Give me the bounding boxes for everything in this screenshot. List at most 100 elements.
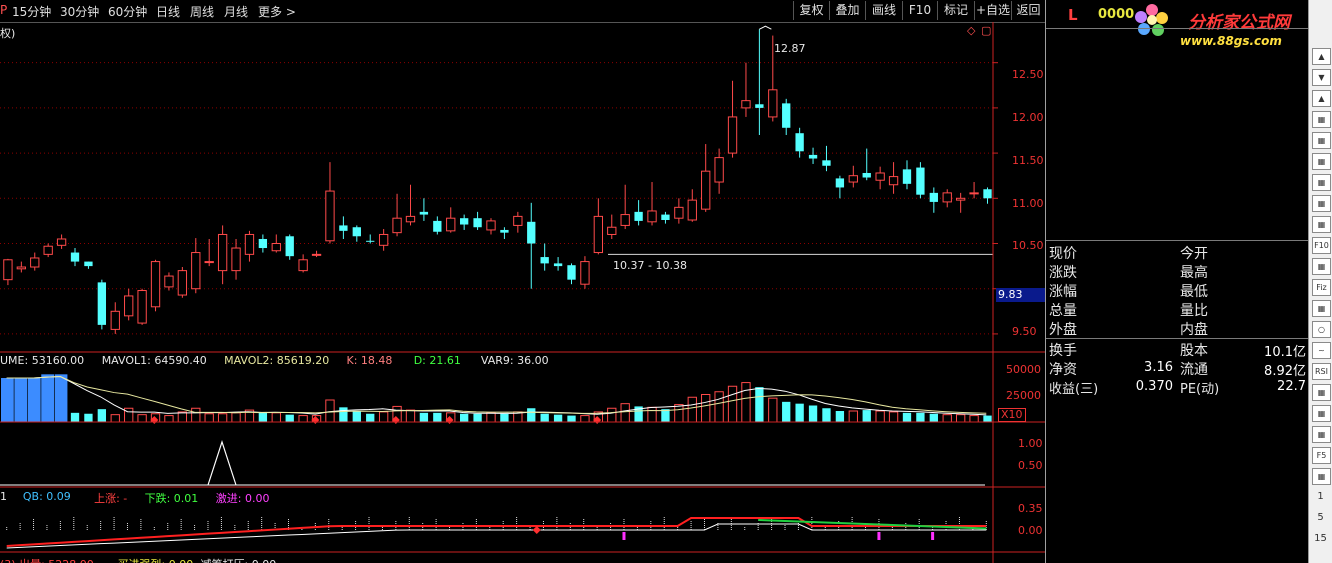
volume-bar [486, 412, 496, 423]
candle-body [553, 263, 563, 267]
divider [1046, 338, 1309, 339]
back-button[interactable]: 返回 [1011, 1, 1045, 20]
candle-body [727, 116, 738, 154]
mark-button[interactable]: 标记 [937, 1, 974, 20]
side-tool-icon[interactable]: ▦ [1312, 216, 1331, 233]
site-logo-icon [1134, 2, 1170, 38]
label-net-assets: 净资 [1049, 362, 1077, 378]
side-tool-icon[interactable]: ▦ [1312, 300, 1331, 317]
high-marker [759, 25, 772, 30]
legend-entry: 下跌: 0.01 [144, 492, 199, 505]
label-change: 涨跌 [1049, 265, 1077, 281]
label-outer: 外盘 [1049, 322, 1077, 338]
candle-body [580, 261, 590, 285]
code-letter: L [1068, 6, 1078, 24]
side-tool-icon[interactable]: RSI [1312, 363, 1331, 380]
volume-ma2-line [6, 376, 987, 414]
add-watchlist-button[interactable]: +自选 [974, 1, 1011, 20]
legend-entry: 上涨: - [94, 492, 128, 505]
fuquan-button[interactable]: 复权 [793, 1, 829, 20]
side-tool-icon[interactable]: ▦ [1312, 132, 1331, 149]
price-tick: 10.50 [1012, 239, 1044, 252]
volume-bar [97, 409, 107, 422]
candle-body [150, 261, 161, 308]
volume-bar [714, 391, 724, 423]
candle-body [298, 259, 308, 272]
candle-body [110, 310, 120, 330]
side-tool-icon[interactable]: ▲ [1312, 48, 1331, 65]
label-open: 今开 [1180, 246, 1208, 262]
side-tool-icon[interactable]: ▦ [1312, 195, 1331, 212]
candle-body [714, 157, 724, 183]
candle-body [3, 259, 13, 281]
volume-bar [553, 414, 563, 422]
side-tool-icon[interactable]: ▦ [1312, 468, 1331, 485]
legend-entry: 1 [0, 490, 7, 503]
tab-more[interactable]: 更多 > [258, 3, 296, 20]
volume-bar [70, 412, 80, 422]
side-tool-icon[interactable]: ▲ [1312, 90, 1331, 107]
side-tool-icon[interactable]: 5 [1312, 510, 1329, 525]
side-tool-icon[interactable]: ▦ [1312, 405, 1331, 422]
window-icon[interactable]: ▢ [981, 24, 991, 37]
tab-daily[interactable]: 日线 [156, 3, 180, 20]
label-volume-ratio: 量比 [1180, 303, 1208, 319]
side-tool-icon[interactable]: Fiz [1312, 279, 1331, 296]
candle-body [567, 265, 576, 280]
tab-15min[interactable]: 15分钟 [12, 3, 51, 20]
chart-canvas[interactable] [0, 22, 1045, 563]
candle-body [419, 211, 429, 215]
side-tool-icon[interactable]: ▦ [1312, 111, 1331, 128]
draw-line-button[interactable]: 画线 [865, 1, 902, 20]
side-tool-icon[interactable]: 15 [1312, 531, 1329, 546]
candle-body [217, 233, 228, 272]
candle-body [755, 104, 764, 108]
label-low: 最低 [1180, 284, 1208, 300]
candle-body [164, 275, 174, 288]
volume-bar [231, 412, 241, 423]
candle-body [405, 215, 416, 223]
volume-bar [620, 403, 630, 423]
f10-button[interactable]: F10 [902, 1, 937, 20]
side-tool-icon[interactable]: ▦ [1312, 174, 1331, 191]
label-pe: PE(动) [1180, 382, 1220, 397]
side-tool-icon[interactable]: ○ [1312, 321, 1331, 338]
candle-body [311, 253, 322, 256]
candle-body [473, 218, 482, 228]
volume-bar [875, 410, 885, 423]
tab-60min[interactable]: 60分钟 [108, 3, 147, 20]
candle-body [916, 167, 925, 195]
candle-body [500, 229, 509, 233]
diamond-icon[interactable]: ◇ [967, 24, 975, 37]
tab-30min[interactable]: 30分钟 [60, 3, 99, 20]
volume-bar [795, 403, 804, 422]
side-toolbar: ▲ ▼ ▲ ▦ ▦ ▦ ▦ ▦ ▦ F10 ▦ Fiz ▦ ○ ~ RSI ▦ ▦ ▦ F5 ▦ 1 5 15 [1308, 0, 1332, 563]
side-tool-icon[interactable]: F10 [1312, 237, 1331, 254]
indicator-legend: 1 QB: 0.09 上涨: - 下跌: 0.01 激进: 0.00 [0, 490, 990, 505]
ind2-tick: 0.35 [1018, 502, 1043, 515]
tab-monthly[interactable]: 月线 [224, 3, 248, 20]
side-tool-icon[interactable]: ▦ [1312, 384, 1331, 401]
overlay-button[interactable]: 叠加 [829, 1, 865, 20]
legend-entry: (3) 出量: 5228.00 [0, 556, 94, 563]
side-tool-icon[interactable]: ~ [1312, 342, 1331, 359]
candle-body [366, 240, 375, 242]
volume-bar [54, 374, 68, 422]
candle-body [325, 190, 335, 242]
side-tool-icon[interactable]: ▼ [1312, 69, 1331, 86]
label-float: 流通 [1180, 362, 1208, 378]
side-tool-icon[interactable]: ▦ [1312, 426, 1331, 443]
volume-bar [137, 414, 147, 423]
side-tool-icon[interactable]: ▦ [1312, 258, 1331, 275]
candle-body [43, 245, 53, 255]
candle-body [782, 103, 791, 128]
candle-body [271, 243, 281, 252]
side-tool-icon[interactable]: 1 [1312, 489, 1329, 504]
candle-body [741, 100, 751, 109]
tab-weekly[interactable]: 周线 [190, 3, 214, 20]
ind2-magenta-bar [877, 532, 881, 540]
side-tool-icon[interactable]: ▦ [1312, 153, 1331, 170]
volume-bar [687, 396, 697, 423]
side-tool-icon[interactable]: F5 [1312, 447, 1331, 464]
candle-body [942, 192, 952, 203]
